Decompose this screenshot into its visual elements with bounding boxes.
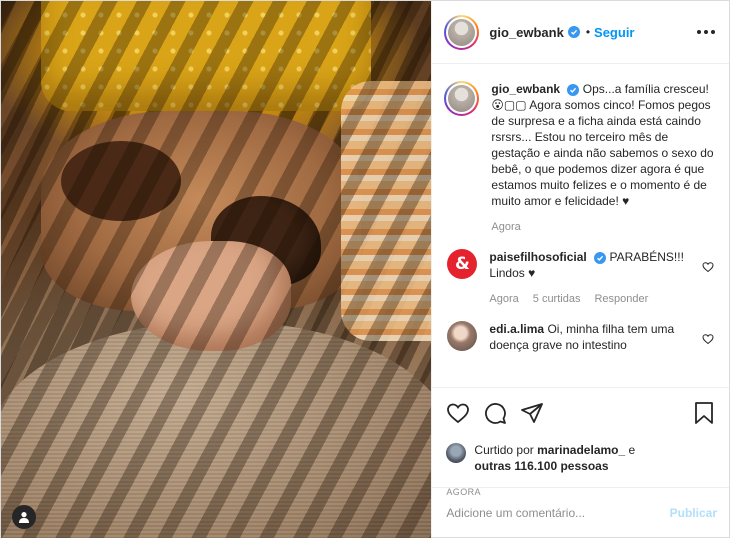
verified-badge-icon: [594, 252, 607, 264]
caption-author-avatar[interactable]: [444, 81, 480, 116]
user-silhouette-icon: [19, 512, 29, 523]
liked-by-others[interactable]: outras 116.100 pessoas: [474, 459, 608, 473]
author-avatar-image: [448, 18, 476, 46]
caption-body: gio_ewbank Ops...a família cresceu! 😮▢▢ …: [491, 81, 715, 235]
add-comment-bar: Publicar: [432, 487, 729, 537]
liked-by-user[interactable]: marinadelamo_: [537, 443, 625, 457]
caption-comment: gio_ewbank Ops...a família cresceu! 😮▢▢ …: [444, 81, 715, 235]
comment-meta: Agora 5 curtidas Responder: [489, 291, 695, 307]
post-container: gio_ewbank • Seguir gio_ewbank Ops...a f…: [0, 0, 730, 538]
liked-by-text: Curtido por marinadelamo_ e outras 116.1…: [474, 442, 635, 474]
header-separator: •: [585, 25, 591, 39]
liker-avatar[interactable]: [446, 443, 467, 463]
photo-yellow-top: [41, 1, 371, 111]
comment-item: & paisefilhosoficial PARABÉNS!!! Lindos …: [444, 249, 715, 307]
publish-button[interactable]: Publicar: [670, 506, 717, 520]
caption-username[interactable]: gio_ewbank: [491, 82, 560, 96]
author-avatar[interactable]: [444, 14, 480, 50]
liked-by-prefix: Curtido por: [474, 443, 534, 457]
post-side-panel: gio_ewbank • Seguir gio_ewbank Ops...a f…: [431, 1, 729, 537]
commenter-username[interactable]: edi.a.lima: [489, 322, 544, 336]
commenter-avatar[interactable]: &: [447, 249, 478, 279]
commenter-username[interactable]: paisefilhosoficial: [489, 250, 586, 264]
post-header: gio_ewbank • Seguir: [432, 1, 729, 64]
bookmark-icon[interactable]: [693, 401, 715, 425]
comment-input[interactable]: [446, 505, 670, 520]
caption-meta: Agora: [491, 219, 715, 235]
comment-body: edi.a.lima Oi, minha filha tem uma doenç…: [489, 321, 695, 353]
caption-avatar-image: [448, 85, 476, 112]
caption-text: Ops...a família cresceu! 😮▢▢ Agora somos…: [491, 82, 714, 208]
comment-like-heart-icon[interactable]: [701, 333, 715, 345]
photo-adult-hand: [131, 241, 291, 351]
comment-time[interactable]: Agora: [489, 291, 518, 307]
post-photo[interactable]: [1, 1, 432, 538]
liked-by-connector: e: [628, 443, 636, 457]
verified-badge-icon: [567, 84, 580, 96]
verified-badge-icon: [567, 26, 580, 38]
action-icons-row: [446, 400, 715, 426]
comment-body: paisefilhosoficial PARABÉNS!!! Lindos ♥ …: [489, 249, 695, 307]
caption-time[interactable]: Agora: [491, 219, 520, 235]
author-username[interactable]: gio_ewbank: [489, 25, 563, 40]
post-actions: Curtido por marinadelamo_ e outras 116.1…: [432, 387, 729, 497]
comment-item: edi.a.lima Oi, minha filha tem uma doenç…: [444, 321, 715, 353]
more-options-icon[interactable]: [697, 30, 715, 34]
photo-child-hand-left: [61, 141, 181, 221]
photo-orange-fabric: [341, 81, 432, 341]
commenter-avatar[interactable]: [447, 321, 478, 351]
user-tag-button[interactable]: [12, 505, 36, 529]
heart-icon[interactable]: [446, 401, 470, 425]
reply-button[interactable]: Responder: [594, 291, 648, 307]
comment-icon[interactable]: [483, 401, 507, 425]
comment-likes[interactable]: 5 curtidas: [533, 291, 581, 307]
paper-plane-icon[interactable]: [520, 401, 544, 425]
comment-like-heart-icon[interactable]: [701, 261, 715, 273]
comments-list[interactable]: gio_ewbank Ops...a família cresceu! 😮▢▢ …: [432, 65, 729, 387]
follow-button[interactable]: Seguir: [594, 25, 634, 40]
liked-by: Curtido por marinadelamo_ e outras 116.1…: [446, 442, 715, 474]
photo-knit-fabric: [1, 321, 432, 538]
